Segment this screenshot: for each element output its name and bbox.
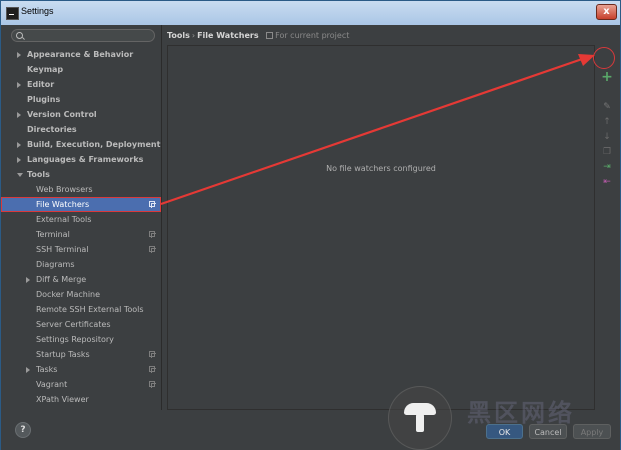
sidebar-item-label: Tools [27, 170, 50, 179]
sidebar-item-keymap[interactable]: Keymap [1, 62, 161, 77]
help-button[interactable]: ? [15, 422, 31, 438]
watermark-text: 黑区网络 [467, 399, 575, 427]
move-down-icon[interactable]: ↓ [600, 131, 614, 143]
close-button[interactable]: x [596, 4, 617, 20]
add-watcher-button[interactable]: + [599, 70, 615, 86]
scope-text: For current project [275, 31, 350, 40]
sidebar-item-diff-merge[interactable]: Diff & Merge [1, 272, 161, 287]
sidebar-item-label: Directories [27, 125, 77, 134]
collapsed-arrow-icon[interactable] [17, 157, 21, 163]
sidebar-item-label: Remote SSH External Tools [36, 305, 144, 314]
settings-sidebar: Appearance & Behavior Keymap Editor Plugins… [1, 25, 162, 410]
settings-tree: Appearance & Behavior Keymap Editor Plugins… [1, 47, 161, 407]
mushroom-stem-icon [416, 414, 424, 432]
sidebar-item-label: Plugins [27, 95, 61, 104]
sidebar-item-label: Keymap [27, 65, 64, 74]
sidebar-item-diagrams[interactable]: Diagrams [1, 257, 161, 272]
project-scope-icon [149, 231, 156, 238]
sidebar-item-label: Vagrant [36, 380, 68, 389]
sidebar-item-label: Server Certificates [36, 320, 111, 329]
sidebar-item-label: File Watchers [36, 200, 90, 209]
sidebar-item-tools[interactable]: Tools [1, 167, 161, 182]
watermark-logo [388, 386, 452, 450]
sidebar-item-label: Editor [27, 80, 55, 89]
import-icon[interactable]: ⇥ [600, 161, 614, 173]
collapsed-arrow-icon[interactable] [17, 52, 21, 58]
sidebar-item-terminal[interactable]: Terminal [1, 227, 161, 242]
breadcrumb: Tools › File Watchers For current project [167, 31, 349, 40]
sidebar-item-directories[interactable]: Directories [1, 122, 161, 137]
collapsed-arrow-icon[interactable] [17, 142, 21, 148]
sidebar-item-version-control[interactable]: Version Control [1, 107, 161, 122]
sidebar-item-label: Docker Machine [36, 290, 101, 299]
collapsed-arrow-icon[interactable] [26, 367, 30, 373]
sidebar-item-build-execution-deployment[interactable]: Build, Execution, Deployment [1, 137, 161, 152]
sidebar-item-xpath-viewer[interactable]: XPath Viewer [1, 392, 161, 407]
export-icon[interactable]: ⇤ [600, 176, 614, 188]
file-watchers-list[interactable]: No file watchers configured [167, 45, 595, 410]
app-icon [6, 7, 19, 20]
search-icon [16, 32, 23, 39]
sidebar-item-label: XPath Viewer [36, 395, 89, 404]
search-input[interactable] [11, 29, 155, 42]
sidebar-item-label: Web Browsers [36, 185, 93, 194]
sidebar-item-editor[interactable]: Editor [1, 77, 161, 92]
breadcrumb-parent: Tools [167, 31, 190, 40]
sidebar-item-vagrant[interactable]: Vagrant [1, 377, 161, 392]
content-pane: Tools › File Watchers For current project … [162, 25, 620, 410]
edit-icon[interactable]: ✎ [600, 101, 614, 113]
sidebar-item-label: Diagrams [36, 260, 75, 269]
sidebar-item-file-watchers[interactable]: File Watchers [1, 197, 161, 212]
project-scope-icon [266, 32, 274, 39]
sidebar-item-ssh-terminal[interactable]: SSH Terminal [1, 242, 161, 257]
sidebar-item-label: Appearance & Behavior [27, 50, 134, 59]
settings-window: Settings x Appearance & Behavior Keymap Ed… [0, 0, 621, 450]
scope-label: For current project [266, 31, 349, 40]
sidebar-item-label: Build, Execution, Deployment [27, 140, 161, 149]
breadcrumb-current: File Watchers [197, 31, 259, 40]
project-scope-icon [149, 351, 156, 358]
sidebar-item-server-certificates[interactable]: Server Certificates [1, 317, 161, 332]
collapsed-arrow-icon[interactable] [26, 277, 30, 283]
project-scope-icon [149, 381, 156, 388]
sidebar-item-label: Settings Repository [36, 335, 114, 344]
sidebar-item-label: Version Control [27, 110, 97, 119]
sidebar-item-label: SSH Terminal [36, 245, 89, 254]
project-scope-icon [149, 201, 156, 208]
sidebar-item-remote-ssh-external-tools[interactable]: Remote SSH External Tools [1, 302, 161, 317]
sidebar-item-label: Startup Tasks [36, 350, 90, 359]
apply-button[interactable]: Apply [573, 424, 611, 439]
window-title: Settings [21, 6, 54, 16]
sidebar-item-tasks[interactable]: Tasks [1, 362, 161, 377]
sidebar-item-settings-repository[interactable]: Settings Repository [1, 332, 161, 347]
sidebar-item-label: External Tools [36, 215, 92, 224]
sidebar-item-label: Terminal [36, 230, 70, 239]
project-scope-icon [149, 366, 156, 373]
sidebar-item-web-browsers[interactable]: Web Browsers [1, 182, 161, 197]
sidebar-item-docker-machine[interactable]: Docker Machine [1, 287, 161, 302]
sidebar-item-external-tools[interactable]: External Tools [1, 212, 161, 227]
move-up-icon[interactable]: ↑ [600, 116, 614, 128]
sidebar-item-label: Languages & Frameworks [27, 155, 144, 164]
empty-state-text: No file watchers configured [326, 164, 436, 173]
copy-icon[interactable]: ❐ [600, 146, 614, 158]
collapsed-arrow-icon[interactable] [17, 82, 21, 88]
sidebar-item-label: Diff & Merge [36, 275, 87, 284]
sidebar-item-appearance-behavior[interactable]: Appearance & Behavior [1, 47, 161, 62]
sidebar-item-languages-frameworks[interactable]: Languages & Frameworks [1, 152, 161, 167]
breadcrumb-separator: › [191, 31, 196, 40]
sidebar-item-plugins[interactable]: Plugins [1, 92, 161, 107]
sidebar-item-startup-tasks[interactable]: Startup Tasks [1, 347, 161, 362]
list-toolbar: + ✎ ↑ ↓ ❐ ⇥ ⇤ [595, 45, 620, 410]
title-bar[interactable]: Settings x [1, 1, 620, 25]
project-scope-icon [149, 246, 156, 253]
collapsed-arrow-icon[interactable] [17, 112, 21, 118]
expanded-arrow-icon[interactable] [17, 173, 23, 177]
sidebar-item-label: Tasks [36, 365, 58, 374]
